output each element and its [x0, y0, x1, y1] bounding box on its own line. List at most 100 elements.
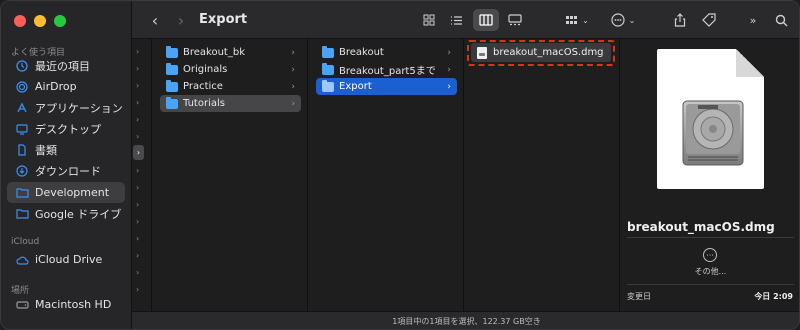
icloud-section-title: iCloud	[11, 237, 40, 247]
chevron-right-icon: ›	[133, 145, 144, 160]
page-curl	[736, 49, 764, 77]
column-development: Breakout_bk › Originals › Practice › Tut…	[153, 39, 308, 311]
sidebar: よく使う項目 最近の項目 AirDrop アプリケーション デスクトップ 書類 …	[1, 1, 132, 329]
hard-drive-icon	[682, 100, 744, 166]
close-button[interactable]	[14, 15, 26, 27]
chevron-right-icon: ›	[291, 64, 295, 75]
preview-pane: breakout_macOS.dmg ··· その他... 変更日 今日 2:0…	[620, 39, 799, 311]
item-label: Breakout_part5まで	[339, 66, 436, 77]
list-item-tutorials[interactable]: Tutorials ›	[160, 95, 301, 112]
chevron-right-icon: ›	[136, 115, 140, 124]
sidebar-item-label: 最近の項目	[35, 59, 90, 73]
action-menu-button[interactable]: ⌄	[608, 9, 638, 31]
forward-button[interactable]: ›	[172, 10, 190, 30]
list-item-export[interactable]: Export ›	[316, 78, 457, 95]
more-label: その他...	[694, 267, 727, 276]
list-item-breakout[interactable]: Breakout ›	[316, 44, 457, 61]
item-label: Practice	[183, 81, 223, 92]
item-label: Tutorials	[183, 98, 225, 109]
chevron-right-icon: ›	[136, 200, 140, 209]
sidebar-item-airdrop[interactable]: AirDrop	[7, 76, 125, 97]
grid-icon	[423, 14, 435, 26]
window-controls	[14, 15, 66, 27]
column-tutorials: Breakout › Breakout_part5まで › Export ›	[309, 39, 464, 311]
disk-icon	[15, 298, 29, 312]
previous-column-edge[interactable]: › › › › › › › › › › › › › › ›	[132, 39, 152, 311]
share-button[interactable]	[669, 9, 691, 31]
sidebar-item-google-drive[interactable]: Google ドライブ	[7, 203, 125, 224]
ellipsis-icon: ···	[706, 250, 714, 260]
sidebar-item-macintosh-hd[interactable]: Macintosh HD	[7, 294, 125, 315]
sidebar-item-icloud-drive[interactable]: iCloud Drive	[7, 249, 125, 270]
airdrop-icon	[15, 80, 29, 94]
sidebar-item-downloads[interactable]: ダウンロード	[7, 160, 125, 181]
list-item-breakout-part5[interactable]: Breakout_part5まで ›	[316, 61, 457, 78]
chevron-right-icon: ›	[447, 64, 451, 75]
sidebar-item-applications[interactable]: アプリケーション	[7, 97, 125, 118]
status-bar: 1項目中の1項目を選択、122.37 GB空き	[132, 311, 799, 329]
list-item-breakout-bk[interactable]: Breakout_bk ›	[160, 44, 301, 61]
gallery-view-button[interactable]	[504, 9, 526, 31]
chevron-right-icon: ›	[447, 47, 451, 58]
chevron-right-icon: ›	[136, 47, 140, 56]
divider	[627, 237, 794, 238]
status-text: 1項目中の1項目を選択、122.37 GB空き	[392, 317, 541, 326]
share-icon	[674, 13, 686, 27]
desktop-icon	[15, 122, 29, 136]
toolbar-more-button[interactable]: »	[744, 9, 762, 31]
more-button[interactable]: ···	[703, 248, 717, 262]
item-label: Originals	[183, 64, 228, 75]
file-preview-thumbnail	[657, 49, 764, 189]
modified-date-label: 変更日	[627, 292, 651, 301]
finder-window: よく使う項目 最近の項目 AirDrop アプリケーション デスクトップ 書類 …	[0, 0, 800, 330]
folder-icon	[322, 79, 334, 92]
sidebar-item-label: Macintosh HD	[35, 298, 112, 311]
sidebar-item-documents[interactable]: 書類	[7, 139, 125, 160]
search-button[interactable]	[770, 9, 792, 31]
window-title: Export	[199, 12, 248, 27]
chevron-right-icon: ›	[136, 251, 140, 260]
folder-icon	[166, 45, 178, 58]
chevron-right-icon: ›	[136, 132, 140, 141]
list-icon	[450, 15, 462, 25]
list-item-originals[interactable]: Originals ›	[160, 61, 301, 78]
chevron-right-icon: ›	[136, 268, 140, 277]
sidebar-item-label: 書類	[35, 143, 57, 157]
chevron-right-icon: ›	[291, 98, 295, 109]
chevron-right-icon: ›	[136, 234, 140, 243]
list-view-button[interactable]	[445, 9, 467, 31]
sidebar-item-development[interactable]: Development	[7, 182, 125, 203]
minimize-button[interactable]	[34, 15, 46, 27]
chevron-down-icon: ⌄	[582, 15, 589, 25]
chevron-right-icon: ›	[136, 217, 140, 226]
list-item-practice[interactable]: Practice ›	[160, 78, 301, 95]
item-label: Export	[339, 81, 372, 92]
gallery-icon	[508, 14, 522, 26]
folder-icon	[166, 96, 178, 109]
chevron-right-icon: ›	[447, 81, 451, 92]
column-view-button[interactable]	[473, 9, 499, 31]
chevron-right-icon: ›	[291, 47, 295, 58]
columns-icon	[479, 14, 493, 26]
sidebar-item-label: AirDrop	[35, 80, 77, 93]
item-label: Breakout	[339, 47, 384, 58]
icon-view-button[interactable]	[418, 9, 440, 31]
modified-date-value: 今日 2:09	[754, 292, 793, 301]
chevron-left-icon: ‹	[151, 10, 159, 30]
group-button[interactable]: ⌄	[562, 9, 592, 31]
tag-icon	[702, 13, 716, 27]
back-button[interactable]: ‹	[146, 10, 164, 30]
chevron-right-icon: ›	[136, 81, 140, 90]
sidebar-item-recents[interactable]: 最近の項目	[7, 55, 125, 76]
sidebar-item-desktop[interactable]: デスクトップ	[7, 118, 125, 139]
folder-icon	[15, 207, 29, 221]
folder-icon	[166, 62, 178, 75]
cloud-icon	[15, 253, 29, 267]
folder-icon	[322, 45, 334, 58]
chevron-double-right-icon: »	[749, 13, 757, 27]
tags-button[interactable]	[698, 9, 720, 31]
chevron-right-icon: ›	[136, 64, 140, 73]
zoom-button[interactable]	[54, 15, 66, 27]
preview-filename: breakout_macOS.dmg	[627, 220, 775, 234]
sidebar-item-label: Development	[35, 186, 110, 199]
